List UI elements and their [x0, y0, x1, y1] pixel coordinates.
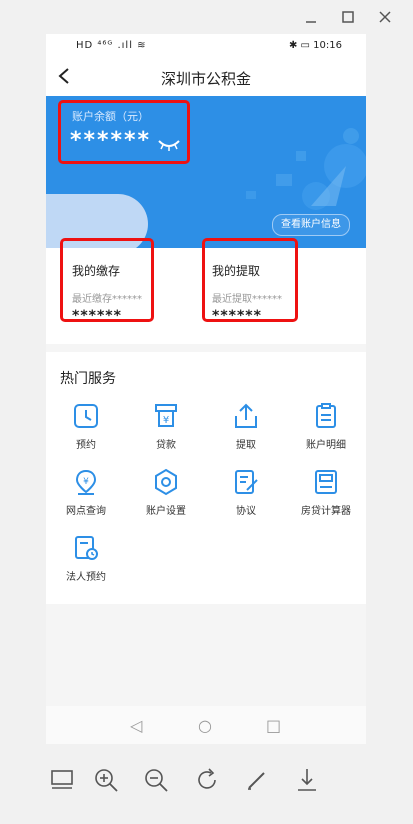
upload-icon: [232, 402, 260, 430]
service-mortgage-calculator[interactable]: 房贷计算器: [286, 468, 366, 528]
page-title: 深圳市公积金: [160, 70, 251, 88]
nav-back-icon[interactable]: ◁: [130, 716, 142, 735]
download-icon[interactable]: [293, 766, 321, 794]
account-info-button[interactable]: 查看账户信息: [272, 214, 350, 236]
service-label: 账户明细: [306, 440, 346, 451]
minimize-icon[interactable]: [300, 6, 322, 28]
viewer-toolbar: [0, 752, 413, 824]
service-loan[interactable]: ¥ 贷款: [126, 402, 206, 462]
gallery-icon[interactable]: [48, 766, 76, 794]
calculator-icon: [312, 468, 340, 496]
services-title: 热门服务: [60, 371, 116, 387]
service-label: 协议: [236, 506, 256, 517]
status-time: ✱ ▭ 10:16: [288, 40, 342, 51]
service-withdraw[interactable]: 提取: [206, 402, 286, 462]
hexagon-settings-icon: [152, 468, 180, 496]
svg-text:¥: ¥: [83, 477, 89, 487]
atm-loan-icon: ¥: [152, 402, 180, 430]
nav-recents-icon[interactable]: □: [266, 716, 281, 735]
highlight-box-withdraw: [202, 238, 298, 322]
svg-text:¥: ¥: [163, 415, 169, 426]
service-account-detail[interactable]: 账户明细: [286, 402, 366, 462]
highlight-box-deposit: [60, 238, 154, 322]
service-label: 房贷计算器: [301, 506, 351, 517]
rotate-icon[interactable]: [193, 766, 221, 794]
android-nav-bar: ◁ ○ □: [46, 706, 366, 744]
service-label: 预约: [76, 440, 96, 451]
service-label: 法人预约: [66, 572, 106, 583]
service-label: 贷款: [156, 440, 176, 451]
highlight-box-balance: [58, 100, 190, 164]
edit-icon[interactable]: [243, 766, 271, 794]
status-left-icons: HD ⁴⁶ᴳ .ıll ≋: [76, 40, 147, 51]
document-edit-icon: [232, 468, 260, 496]
app-bar: 深圳市公积金: [46, 58, 366, 96]
service-appointment[interactable]: 预约: [46, 402, 126, 462]
zoom-out-icon[interactable]: [142, 766, 170, 794]
summary-cards: 我的缴存 最近缴存****** ****** 我的提取 最近提取****** *…: [46, 238, 366, 344]
close-icon[interactable]: [374, 6, 396, 28]
service-legal-appointment[interactable]: 法人预约: [46, 534, 126, 594]
maximize-icon[interactable]: [337, 6, 359, 28]
service-outlet-search[interactable]: ¥ 网点查询: [46, 468, 126, 528]
clock-icon: [72, 402, 100, 430]
service-agreement[interactable]: 协议: [206, 468, 286, 528]
zoom-in-icon[interactable]: [92, 766, 120, 794]
calendar-clock-icon: [72, 534, 100, 562]
nav-home-icon[interactable]: ○: [198, 716, 212, 735]
service-label: 提取: [236, 440, 256, 451]
window-titlebar: [0, 0, 413, 34]
service-label: 网点查询: [66, 506, 106, 517]
service-label: 账户设置: [146, 506, 186, 517]
hot-services: 热门服务 预约 ¥ 贷款 提取 账户明细 ¥ 网点查询 账户设置 协议 房贷计算…: [46, 352, 366, 604]
service-account-settings[interactable]: 账户设置: [126, 468, 206, 528]
map-pin-yuan-icon: ¥: [72, 468, 100, 496]
clipboard-icon: [312, 402, 340, 430]
phone-screen: HD ⁴⁶ᴳ .ıll ≋ ✱ ▭ 10:16 深圳市公积金 账户余额（元） *…: [46, 34, 366, 744]
status-bar: HD ⁴⁶ᴳ .ıll ≋ ✱ ▭ 10:16: [46, 34, 366, 58]
